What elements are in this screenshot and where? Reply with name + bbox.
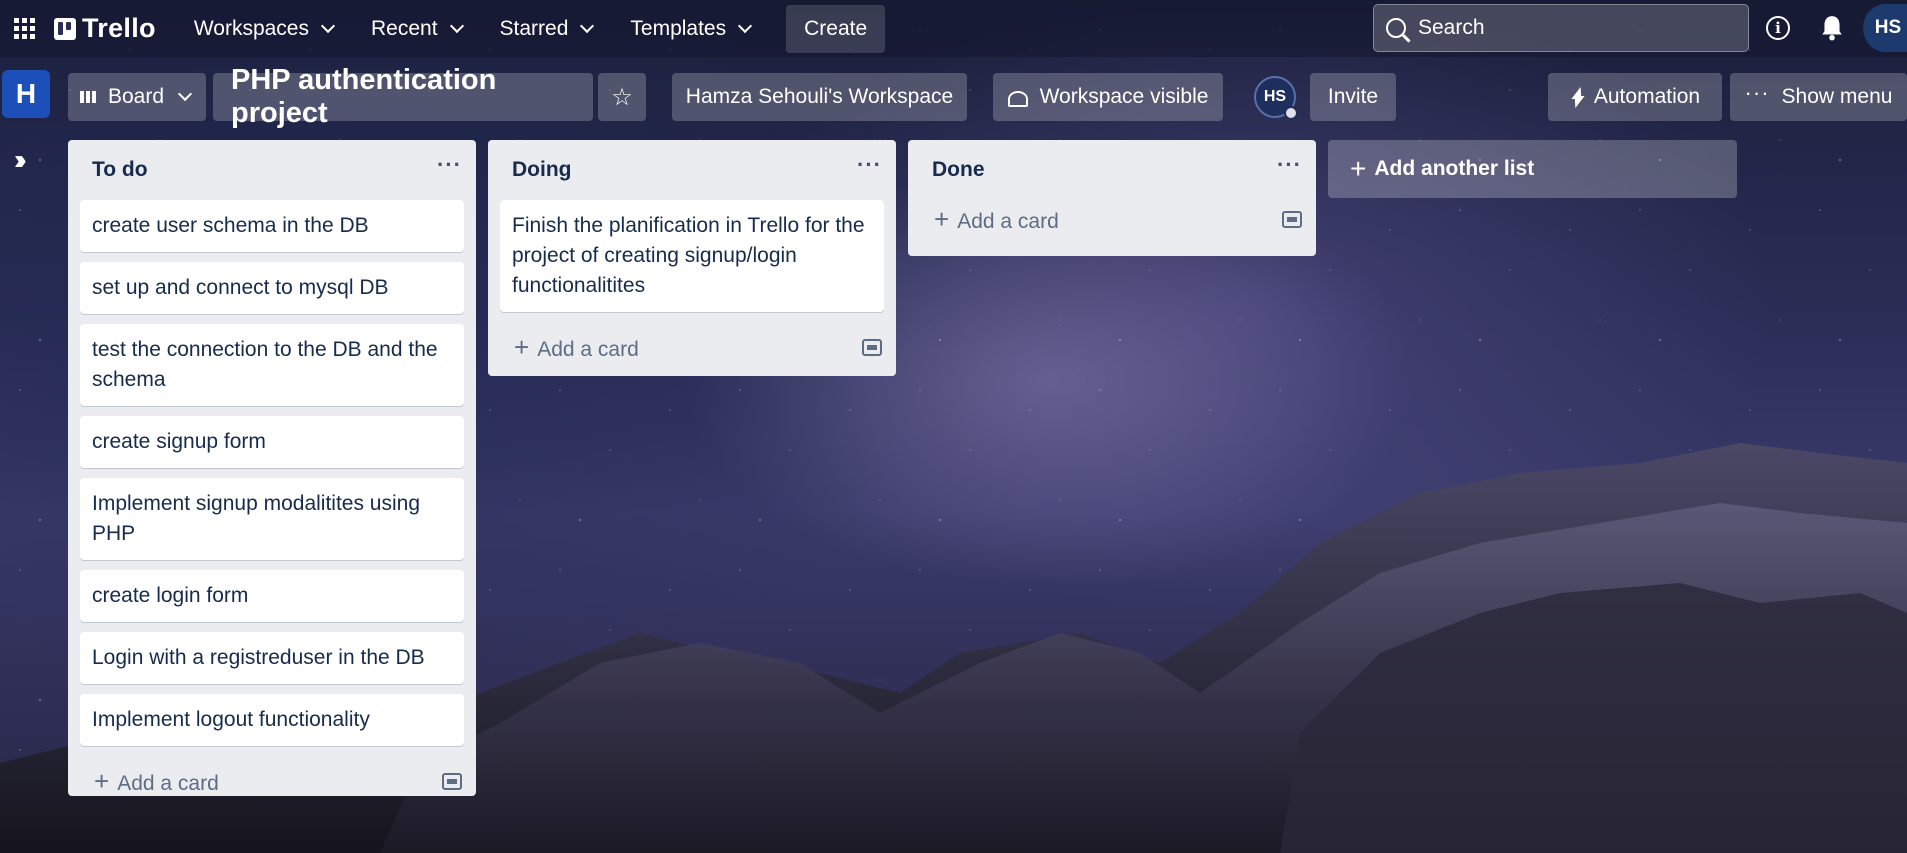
list-to-do: To do ··· create user schema in the DB s… bbox=[68, 140, 476, 796]
card[interactable]: Implement logout functionality bbox=[80, 694, 464, 746]
search-input[interactable]: Search bbox=[1373, 4, 1749, 52]
add-card-button[interactable]: + Add a card bbox=[94, 766, 219, 797]
board-title[interactable]: PHP authentication project bbox=[213, 64, 593, 129]
notifications-bell-icon[interactable] bbox=[1819, 14, 1845, 42]
card-template-icon[interactable] bbox=[862, 338, 882, 356]
more-dots-icon: ··· bbox=[1744, 80, 1770, 105]
card[interactable]: set up and connect to mysql DB bbox=[80, 262, 464, 314]
chevron-down-icon bbox=[449, 18, 464, 33]
chevron-down-icon bbox=[580, 18, 595, 33]
list-menu-icon[interactable]: ··· bbox=[437, 152, 462, 178]
top-navigation-bar: Trello Workspaces Recent Starred Templat… bbox=[0, 0, 1907, 57]
plus-icon: + bbox=[514, 331, 530, 362]
nav-recent[interactable]: Recent bbox=[370, 16, 464, 41]
expand-sidebar-icon[interactable]: ›› bbox=[14, 144, 26, 176]
lightning-bolt-icon bbox=[1570, 87, 1584, 107]
trello-logo[interactable]: Trello bbox=[54, 13, 156, 44]
list-header[interactable]: To do ··· bbox=[68, 140, 476, 200]
add-card-row: + Add a card bbox=[68, 756, 476, 806]
nav-templates[interactable]: Templates bbox=[630, 16, 753, 41]
list-title[interactable]: Done bbox=[932, 158, 985, 182]
board-view-switcher[interactable]: Board bbox=[68, 73, 206, 121]
add-card-row: + Add a card bbox=[908, 194, 1316, 244]
plus-icon: + bbox=[94, 765, 110, 796]
visibility-icon bbox=[1007, 89, 1030, 107]
brand-name: Trello bbox=[82, 13, 156, 43]
card-template-icon[interactable] bbox=[442, 772, 462, 790]
trello-logo-icon bbox=[54, 17, 76, 40]
chevron-down-icon bbox=[177, 86, 193, 102]
nav-label: Templates bbox=[630, 16, 727, 40]
search-placeholder: Search bbox=[1418, 16, 1485, 39]
list-menu-icon[interactable]: ··· bbox=[857, 152, 882, 178]
list-doing: Doing ··· Finish the planification in Tr… bbox=[488, 140, 896, 376]
nav-workspaces[interactable]: Workspaces bbox=[193, 16, 336, 41]
add-card-label: Add a card bbox=[957, 209, 1059, 233]
list-title[interactable]: Doing bbox=[512, 158, 571, 182]
chevron-down-icon bbox=[320, 18, 336, 33]
admin-badge-icon bbox=[1284, 106, 1298, 120]
member-initials: HS bbox=[1263, 88, 1287, 105]
card[interactable]: create user schema in the DB bbox=[80, 200, 464, 252]
plus-icon: + bbox=[1350, 153, 1367, 184]
add-card-label: Add a card bbox=[537, 337, 639, 361]
card-template-icon[interactable] bbox=[1282, 210, 1302, 228]
visibility-label: Workspace visible bbox=[1039, 85, 1209, 108]
show-menu-label: Show menu bbox=[1781, 85, 1893, 108]
invite-button[interactable]: Invite bbox=[1310, 73, 1396, 121]
workspace-name-button[interactable]: Hamza Sehouli's Workspace bbox=[672, 73, 967, 121]
list-title[interactable]: To do bbox=[92, 158, 148, 182]
board-view-label: Board bbox=[108, 85, 165, 108]
list-header[interactable]: Done ··· bbox=[908, 140, 1316, 200]
card[interactable]: test the connection to the DB and the sc… bbox=[80, 324, 464, 406]
show-menu-button[interactable]: ··· Show menu bbox=[1730, 73, 1907, 121]
search-icon bbox=[1386, 18, 1406, 38]
user-avatar[interactable]: HS bbox=[1863, 4, 1907, 52]
list-header[interactable]: Doing ··· bbox=[488, 140, 896, 200]
add-another-list-button[interactable]: + Add another list bbox=[1328, 140, 1737, 198]
member-avatar[interactable]: HS bbox=[1254, 76, 1298, 120]
list-done: Done ··· + Add a card bbox=[908, 140, 1316, 256]
app-switcher-icon[interactable] bbox=[14, 17, 38, 41]
card[interactable]: create signup form bbox=[80, 416, 464, 468]
nav-starred[interactable]: Starred bbox=[499, 16, 595, 41]
card[interactable]: Login with a registreduser in the DB bbox=[80, 632, 464, 684]
add-card-button[interactable]: + Add a card bbox=[514, 332, 639, 363]
workspace-badge[interactable]: H bbox=[2, 70, 50, 118]
star-icon: ☆ bbox=[611, 83, 633, 111]
chevron-down-icon bbox=[738, 18, 753, 33]
create-button[interactable]: Create bbox=[786, 4, 886, 53]
nav-label: Starred bbox=[499, 16, 569, 40]
card[interactable]: create login form bbox=[80, 570, 464, 622]
plus-icon: + bbox=[934, 203, 950, 234]
list-menu-icon[interactable]: ··· bbox=[1277, 152, 1302, 178]
board-view-icon bbox=[80, 91, 98, 103]
nav-label: Recent bbox=[370, 16, 438, 40]
card[interactable]: Finish the planification in Trello for t… bbox=[500, 200, 884, 312]
star-board-button[interactable]: ☆ bbox=[598, 73, 646, 121]
add-card-row: + Add a card bbox=[488, 322, 896, 372]
add-card-label: Add a card bbox=[117, 771, 219, 795]
info-icon[interactable]: i bbox=[1766, 16, 1790, 40]
visibility-button[interactable]: Workspace visible bbox=[993, 73, 1223, 121]
automation-button[interactable]: Automation bbox=[1548, 73, 1722, 121]
card[interactable]: Implement signup modalitites using PHP bbox=[80, 478, 464, 560]
add-list-label: Add another list bbox=[1374, 157, 1535, 180]
nav-label: Workspaces bbox=[193, 16, 309, 40]
add-card-button[interactable]: + Add a card bbox=[934, 204, 1059, 235]
automation-label: Automation bbox=[1593, 85, 1701, 108]
